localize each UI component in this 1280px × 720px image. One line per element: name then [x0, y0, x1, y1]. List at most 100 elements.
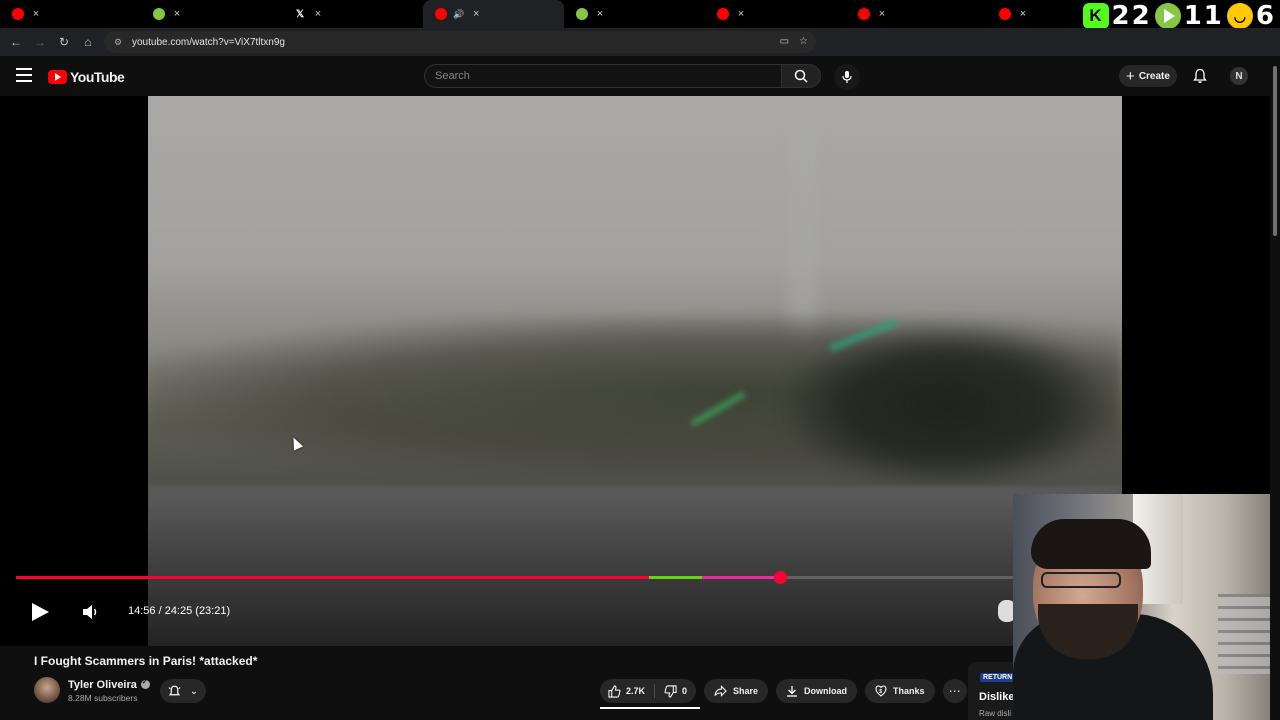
tab-close-icon[interactable]: × — [594, 8, 606, 20]
channel-name[interactable]: Tyler Oliveira — [68, 679, 137, 691]
subscriber-count: 8.28M subscribers — [68, 693, 138, 703]
video-content — [788, 96, 818, 336]
channel-name-row[interactable]: Tyler Oliveira — [68, 678, 150, 691]
back-icon[interactable]: ← — [4, 30, 28, 54]
x-favicon-icon: 𝕏 — [295, 8, 305, 20]
tab-close-icon[interactable]: × — [1017, 8, 1029, 20]
like-count: 2.7K — [626, 686, 646, 696]
progress-scrubber[interactable] — [773, 571, 787, 584]
verified-icon — [140, 678, 150, 689]
browser-tab[interactable]: YouTube Music× — [705, 0, 846, 28]
viewer-face-icon: ◡ — [1226, 3, 1253, 29]
thumbs-down-icon — [664, 684, 677, 698]
youtube-play-icon — [48, 70, 67, 84]
channel-avatar[interactable] — [34, 677, 60, 703]
install-app-icon[interactable]: ▭ — [780, 36, 789, 47]
tab-audio-icon[interactable]: 🔊 — [453, 9, 464, 20]
browser-tab[interactable]: PUTIN'S FINAL WARNING× — [846, 0, 987, 28]
rumble-favicon-icon — [153, 8, 165, 20]
browser-tab[interactable]: YouTube× — [0, 0, 141, 28]
search-placeholder: Search — [435, 70, 470, 82]
download-icon — [787, 686, 798, 697]
rumble-icon — [1154, 3, 1181, 29]
search-input[interactable]: Search — [424, 64, 782, 88]
create-button[interactable]: + Create — [1119, 65, 1177, 87]
youtube-favicon-icon — [435, 8, 447, 20]
action-buttons: 2.7K 0 Share Download $ Thanks ⋯ — [600, 679, 967, 709]
video-frame[interactable] — [148, 96, 1122, 646]
tab-close-icon[interactable]: × — [312, 8, 324, 20]
thanks-button[interactable]: $ Thanks — [865, 679, 935, 703]
more-actions-icon[interactable]: ⋯ — [942, 679, 967, 703]
search-button[interactable] — [781, 64, 821, 88]
home-icon[interactable]: ⌂ — [76, 30, 100, 54]
share-icon — [714, 685, 727, 697]
browser-toolbar: ← → ↻ ⌂ ⚙ youtube.com/watch?v=ViX7tltxn9… — [0, 28, 1280, 77]
rumble-favicon-icon — [576, 8, 588, 20]
player-controls: 14:56 / 24:25 (23:21) — [0, 596, 1010, 628]
browser-tab[interactable]: I Fought Scammers in🔊× — [423, 0, 564, 28]
tab-close-icon[interactable]: × — [470, 8, 482, 20]
rumble-count: 11 — [1183, 1, 1224, 31]
tab-close-icon[interactable]: × — [30, 8, 42, 20]
video-title: I Fought Scammers in Paris! *attacked* — [34, 654, 258, 668]
share-label: Share — [733, 686, 759, 696]
time-display: 14:56 / 24:25 (23:21) — [128, 605, 231, 617]
share-button[interactable]: Share — [704, 679, 769, 703]
subscription-bell-button[interactable]: ⌄ — [160, 679, 206, 703]
youtube-logo[interactable]: YouTube — [48, 69, 125, 85]
like-ratio-bar — [600, 707, 700, 709]
tab-close-icon[interactable]: × — [876, 8, 888, 20]
thumbs-up-icon — [608, 684, 621, 698]
reload-icon[interactable]: ↻ — [52, 30, 76, 54]
webcam-person — [1041, 572, 1121, 588]
notifications-bell-icon[interactable] — [1192, 68, 1208, 84]
bell-icon — [168, 685, 181, 695]
bookmark-star-icon[interactable]: ☆ — [799, 36, 808, 47]
sponsorblock-segment — [648, 576, 703, 579]
tab-close-icon[interactable]: × — [735, 8, 747, 20]
return-dislike-tag: RETURN — [980, 673, 1016, 682]
like-button[interactable]: 2.7K — [600, 684, 656, 698]
thanks-label: Thanks — [893, 686, 925, 696]
browser-window: YouTube×Rumble×𝕏(1) Tyler Oliveira (@tyl… — [0, 0, 1280, 720]
kick-count: 22 — [1111, 1, 1152, 31]
scrollbar-thumb[interactable] — [1273, 66, 1277, 236]
return-dislike-subtitle: Raw disli — [979, 709, 1012, 718]
site-info-icon[interactable]: ⚙ — [114, 37, 124, 47]
microphone-icon — [842, 71, 852, 83]
page-scrollbar[interactable] — [1270, 56, 1280, 720]
youtube-wordmark: YouTube — [70, 69, 125, 85]
forward-icon[interactable]: → — [28, 30, 52, 54]
account-avatar[interactable]: N — [1230, 67, 1248, 85]
plus-icon: + — [1126, 67, 1135, 85]
browser-tab[interactable]: 𝕏(1) Tyler Oliveira (@tyleral× — [282, 0, 423, 28]
webcam-overlay — [1013, 494, 1280, 720]
dislike-count: 0 — [682, 686, 688, 696]
youtube-music-favicon-icon — [717, 8, 729, 20]
thanks-icon: $ — [875, 685, 887, 697]
other-count: 6 — [1255, 1, 1276, 31]
svg-text:$: $ — [879, 689, 882, 695]
youtube-favicon-icon — [858, 8, 870, 20]
webcam-person — [1031, 519, 1151, 569]
browser-tab[interactable]: My Feed× — [564, 0, 705, 28]
voice-search-button[interactable] — [834, 64, 860, 90]
chevron-down-icon: ⌄ — [189, 685, 199, 697]
download-button[interactable]: Download — [776, 679, 858, 703]
search-icon — [794, 69, 808, 83]
dislike-button[interactable]: 0 — [655, 684, 696, 698]
volume-icon[interactable] — [82, 604, 100, 620]
download-label: Download — [804, 686, 848, 696]
browser-tab[interactable]: Rumble× — [141, 0, 282, 28]
play-icon[interactable] — [32, 603, 49, 621]
address-bar[interactable]: ⚙ youtube.com/watch?v=ViX7tltxn9g ▭ ☆ — [104, 31, 816, 53]
sponsorblock-segment — [702, 576, 780, 579]
url-text: youtube.com/watch?v=ViX7tltxn9g — [132, 36, 285, 48]
kick-icon: K — [1082, 3, 1109, 29]
menu-icon[interactable] — [16, 68, 32, 82]
create-label: Create — [1138, 70, 1170, 82]
tab-close-icon[interactable]: × — [171, 8, 183, 20]
youtube-masthead: YouTube Search + Create N — [0, 56, 1280, 96]
return-dislike-title: Dislike — [979, 691, 1015, 703]
